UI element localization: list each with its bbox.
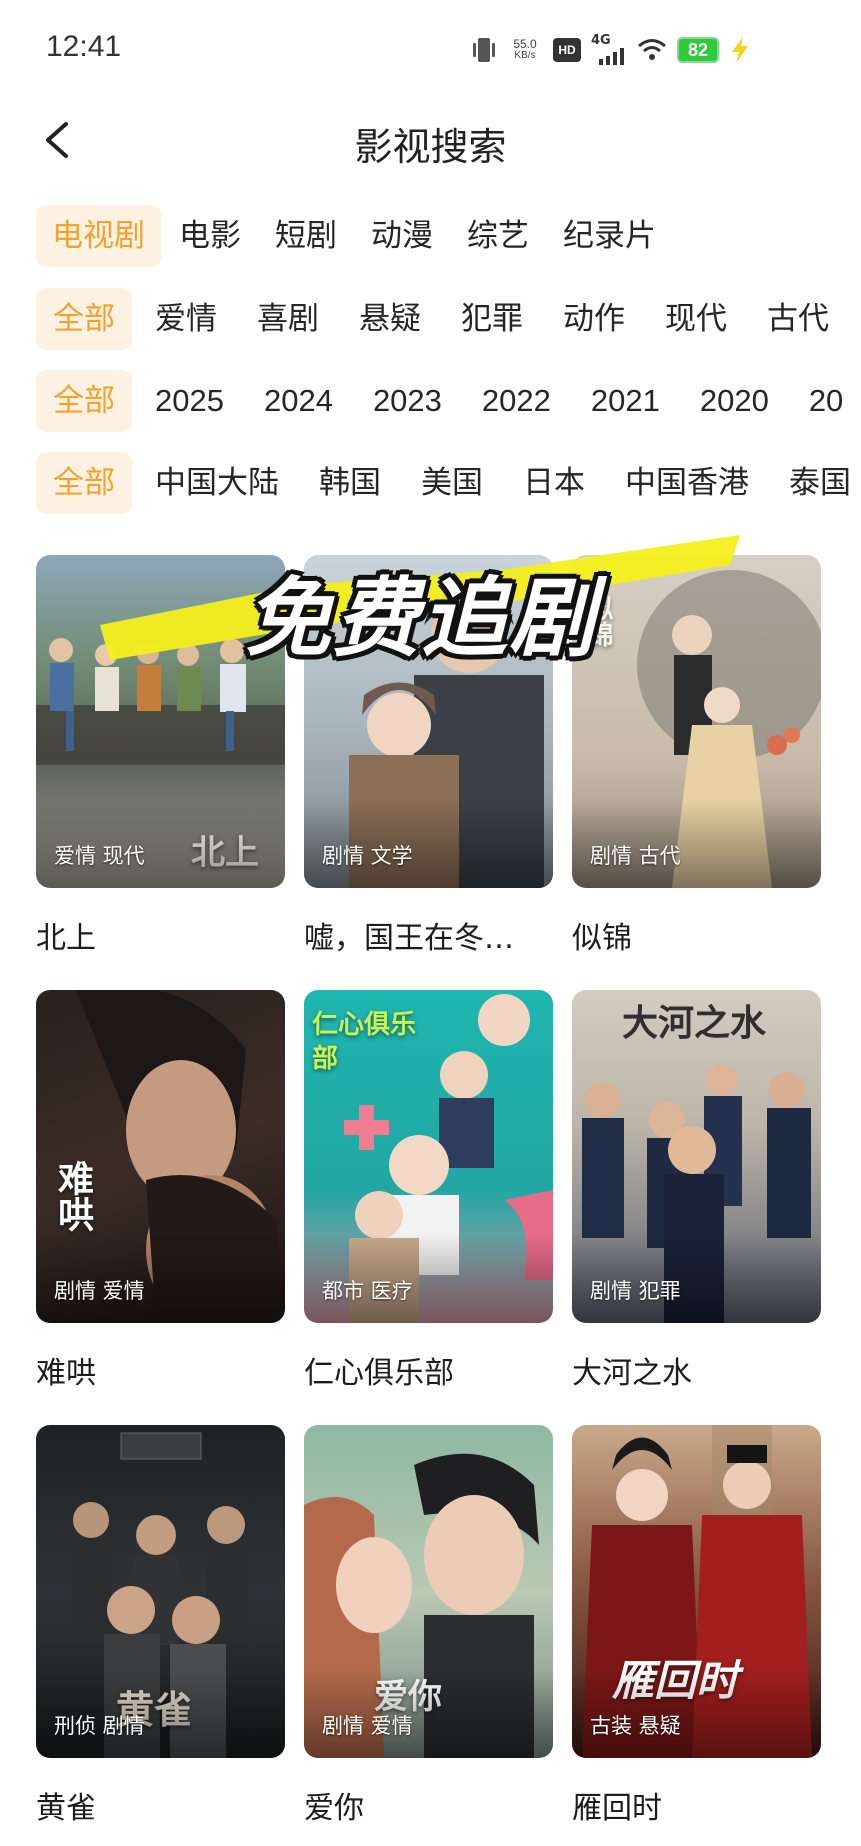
filter-genre-all[interactable]: 全部 — [36, 288, 132, 350]
card-title: 似锦 — [572, 921, 632, 956]
net-speed-unit: KB/s — [514, 50, 536, 61]
filter-type-short[interactable]: 短剧 — [259, 205, 353, 267]
filter-year-2023[interactable]: 2023 — [356, 370, 459, 432]
filter-region-hongkong[interactable]: 中国香港 — [608, 452, 766, 514]
filter-row-year: 全部 2025 2024 2023 2022 2021 2020 20 — [36, 370, 861, 432]
vibrate-icon — [471, 35, 497, 65]
filter-year-more[interactable]: 20 — [792, 370, 860, 432]
filter-type-documentary[interactable]: 纪录片 — [547, 205, 672, 267]
poster-image: 爱你 剧情 爱情 — [304, 1425, 553, 1758]
card-title: 嘘，国王在冬… — [304, 921, 514, 956]
filter-year-all[interactable]: 全部 — [36, 370, 132, 432]
card-tags: 都市 医疗 — [322, 1279, 413, 1303]
card-tags: 剧情 爱情 — [322, 1714, 413, 1738]
card-title: 爱你 — [304, 1791, 364, 1826]
poster-image: 黄雀 刑侦 剧情 — [36, 1425, 285, 1758]
battery-icon: 82 — [677, 37, 719, 63]
filter-type-variety[interactable]: 综艺 — [451, 205, 545, 267]
page-title: 影视搜索 — [354, 125, 507, 169]
filter-type-movie[interactable]: 电影 — [163, 205, 257, 267]
poster-image: 仁心俱乐部 都市 医疗 — [304, 990, 553, 1323]
poster-image: 似锦 剧情 古代 — [572, 555, 821, 888]
filter-year-2020[interactable]: 2020 — [683, 370, 786, 432]
filter-row-genre: 全部 爱情 喜剧 悬疑 犯罪 动作 现代 古代 — [36, 288, 861, 350]
filter-year-2025[interactable]: 2025 — [138, 370, 241, 432]
filter-region-japan[interactable]: 日本 — [506, 452, 602, 514]
card-tags: 剧情 犯罪 — [590, 1279, 681, 1303]
poster-image: 大河之水 剧情 犯罪 — [572, 990, 821, 1323]
filter-genre-ancient[interactable]: 古代 — [750, 288, 846, 350]
poster-title: 难哄 — [52, 1160, 93, 1232]
filter-genre-modern[interactable]: 现代 — [648, 288, 744, 350]
status-time: 12:41 — [46, 30, 122, 63]
filter-genre-romance[interactable]: 爱情 — [138, 288, 234, 350]
net-speed: 55.0 KB/s — [507, 38, 543, 62]
filter-type-tv[interactable]: 电视剧 — [36, 205, 161, 267]
status-icons: 55.0 KB/s HD 4G 82 — [471, 32, 751, 68]
card-title: 难哄 — [36, 1356, 96, 1391]
card-tags: 刑侦 剧情 — [54, 1714, 145, 1738]
charging-icon — [729, 36, 751, 64]
filter-genre-comedy[interactable]: 喜剧 — [240, 288, 336, 350]
card-title: 仁心俱乐部 — [304, 1356, 454, 1391]
card-title: 北上 — [36, 921, 96, 956]
filter-row-type: 电视剧 电影 短剧 动漫 综艺 纪录片 — [36, 205, 861, 267]
card-tags: 爱情 现代 — [54, 844, 145, 868]
network-type: 4G — [591, 33, 611, 48]
poster-image: 剧情 文学 — [304, 555, 553, 888]
card-tags: 剧情 文学 — [322, 844, 413, 868]
card-tags: 剧情 古代 — [590, 844, 681, 868]
card-title: 黄雀 — [36, 1791, 96, 1826]
card-title: 雁回时 — [572, 1791, 662, 1826]
status-bar: 12:41 55.0 KB/s HD 4G 82 — [0, 0, 861, 100]
filter-year-2024[interactable]: 2024 — [247, 370, 350, 432]
poster-title: 仁心俱乐部 — [312, 1010, 417, 1074]
net-speed-value: 55.0 — [513, 37, 537, 51]
wifi-icon — [637, 38, 667, 62]
filter-year-2022[interactable]: 2022 — [465, 370, 568, 432]
filter-year-2021[interactable]: 2021 — [574, 370, 677, 432]
poster-image: 难哄 剧情 爱情 — [36, 990, 285, 1323]
filter-type-anime[interactable]: 动漫 — [355, 205, 449, 267]
filter-region-mainland[interactable]: 中国大陆 — [138, 452, 296, 514]
filter-genre-crime[interactable]: 犯罪 — [444, 288, 540, 350]
filter-row-region: 全部 中国大陆 韩国 美国 日本 中国香港 泰国 — [36, 452, 861, 514]
poster-title: 大河之水 — [622, 1003, 767, 1044]
card-title: 大河之水 — [572, 1356, 692, 1391]
filter-region-usa[interactable]: 美国 — [404, 452, 500, 514]
card-tags: 剧情 爱情 — [54, 1279, 145, 1303]
hd-icon: HD — [553, 38, 581, 62]
poster-image: 雁回时 古装 悬疑 — [572, 1425, 821, 1758]
card-tags: 古装 悬疑 — [590, 1714, 681, 1738]
header: 影视搜索 — [0, 100, 861, 180]
filter-region-thailand[interactable]: 泰国 — [772, 452, 861, 514]
poster-image: 北上 爱情 现代 — [36, 555, 285, 888]
filter-genre-action[interactable]: 动作 — [546, 288, 642, 350]
poster-title: 似锦 — [583, 595, 613, 647]
filter-region-korea[interactable]: 韩国 — [302, 452, 398, 514]
signal-4g-icon: 4G — [591, 33, 627, 65]
filter-genre-mystery[interactable]: 悬疑 — [342, 288, 438, 350]
filter-region-all[interactable]: 全部 — [36, 452, 132, 514]
